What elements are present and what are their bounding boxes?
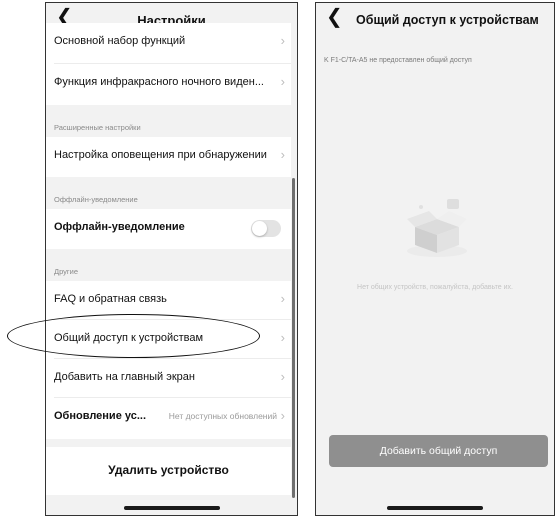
section-title-other: Другие [54,267,79,276]
row-label: FAQ и обратная связь [54,293,167,305]
chevron-right-icon: › [280,74,285,89]
section-title-advanced: Расширенные настройки [54,123,141,132]
settings-screen: ❮ Настройки Основной набор функций › Фун… [45,2,298,516]
sharing-status-text: K F1-C/TA-A5 не предоставлен общий досту… [324,57,472,64]
highlight-oval [7,314,260,358]
sharing-header: ❮ Общий доступ к устройствам [316,3,554,35]
add-sharing-label: Добавить общий доступ [379,445,498,457]
row-detection-alert[interactable]: Настройка оповещения при обнаружении › [46,137,291,175]
row-add-to-home-screen[interactable]: Добавить на главный экран › [46,359,291,397]
chevron-right-icon: › [280,33,285,48]
scrollbar[interactable] [292,178,295,498]
row-label: Функция инфракрасного ночного виден... [54,76,264,88]
toggle-knob [252,221,267,236]
chevron-right-icon: › [280,369,285,384]
delete-device-label: Удалить устройство [108,463,229,477]
row-faq-feedback[interactable]: FAQ и обратная связь › [46,281,291,319]
settings-card-basic: Основной набор функций › Функция инфракр… [46,23,291,105]
offline-notification-toggle[interactable] [251,220,281,237]
firmware-update-status: Нет доступных обновлений [168,411,277,421]
chevron-right-icon: › [280,408,285,423]
chevron-right-icon: › [280,147,285,162]
empty-state-text: Нет общих устройств, пожалуйста, добавьт… [357,284,513,291]
delete-device-button[interactable]: Удалить устройство [46,447,291,495]
row-offline-notification: Оффлайн-уведомление [46,209,291,247]
empty-box-icon [407,199,467,257]
row-infrared-night-vision[interactable]: Функция инфракрасного ночного виден... › [46,64,291,102]
row-label: Настройка оповещения при обнаружении [54,149,267,161]
add-sharing-button[interactable]: Добавить общий доступ [329,435,548,467]
row-basic-features[interactable]: Основной набор функций › [46,27,291,65]
page-title: Общий доступ к устройствам [356,13,539,27]
row-label: Основной набор функций [54,35,186,47]
row-label: Обновление ус... [54,410,147,422]
section-title-offline: Оффлайн-уведомление [54,195,138,204]
row-label: Добавить на главный экран [54,371,195,383]
home-indicator[interactable] [387,506,483,510]
home-indicator[interactable] [123,506,220,510]
device-sharing-screen: ❮ Общий доступ к устройствам K F1-C/TA-A… [315,2,555,516]
chevron-right-icon: › [280,291,285,306]
row-label: Оффлайн-уведомление [54,221,185,233]
settings-card-advanced: Настройка оповещения при обнаружении › [46,137,291,177]
settings-card-offline: Оффлайн-уведомление [46,209,291,249]
chevron-right-icon: › [280,330,285,345]
chevron-left-icon[interactable]: ❮ [326,6,343,28]
settings-card-other: FAQ и обратная связь › Общий доступ к ус… [46,281,291,439]
row-firmware-update[interactable]: Обновление ус... Нет доступных обновлени… [46,398,291,436]
